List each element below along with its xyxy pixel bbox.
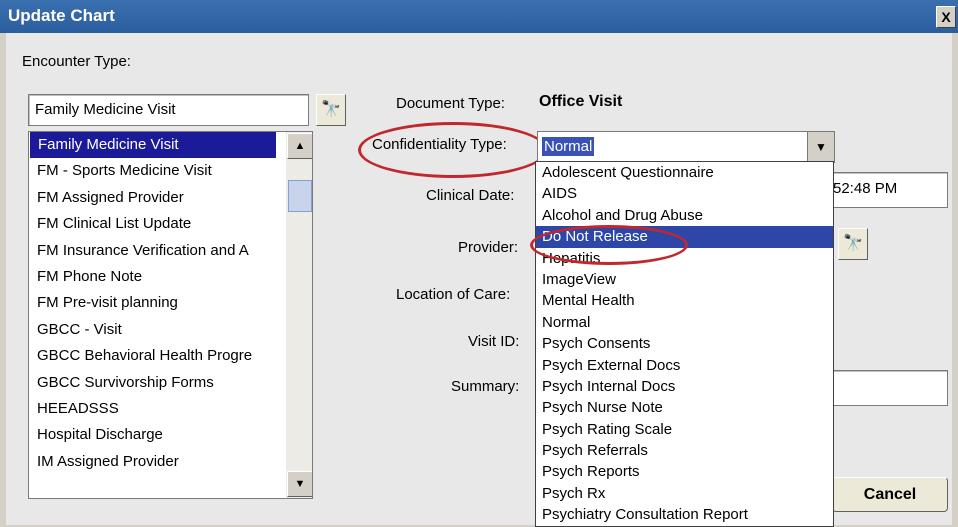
title-bar: Update Chart X: [0, 0, 958, 33]
close-button[interactable]: X: [936, 6, 956, 28]
clinical-date-label: Clinical Date:: [426, 187, 515, 204]
list-item[interactable]: Family Medicine Visit: [30, 132, 276, 159]
dropdown-option[interactable]: Psych Consents: [536, 333, 833, 354]
list-item[interactable]: Hospital Discharge: [29, 422, 277, 448]
list-item[interactable]: FM Insurance Verification and A: [29, 238, 277, 264]
dropdown-option[interactable]: Psych Referrals: [536, 440, 833, 461]
encounter-type-value: Family Medicine Visit: [35, 101, 176, 118]
clinical-date-value: 52:48 PM: [833, 180, 898, 197]
dropdown-option[interactable]: Psych Internal Docs: [536, 376, 833, 397]
dropdown-option[interactable]: Adolescent Questionnaire: [536, 162, 833, 183]
dropdown-option[interactable]: Mental Health: [536, 290, 833, 311]
dropdown-option[interactable]: Hepatitis: [536, 248, 833, 269]
binoculars-icon: 🔭: [843, 235, 863, 252]
encounter-type-list[interactable]: Family Medicine Visit FM - Sports Medicin…: [28, 131, 313, 499]
binoculars-icon: 🔭: [321, 101, 341, 118]
list-item[interactable]: FM Phone Note: [29, 264, 277, 290]
dropdown-option[interactable]: Psych External Docs: [536, 355, 833, 376]
scroll-down-arrow-icon[interactable]: ▼: [287, 471, 312, 497]
list-item[interactable]: FM Pre-visit planning: [29, 290, 277, 316]
dropdown-option[interactable]: Psychiatry Consultation Report: [536, 504, 833, 525]
encounter-type-label: Encounter Type:: [22, 53, 131, 70]
dropdown-arrow-icon[interactable]: ▼: [807, 132, 834, 162]
window-title: Update Chart: [8, 6, 115, 25]
dropdown-option[interactable]: Psych Rating Scale: [536, 419, 833, 440]
list-item[interactable]: GBCC - Visit: [29, 317, 277, 343]
dialog-body: Encounter Type: Family Medicine Visit 🔭 …: [6, 33, 952, 527]
location-of-care-label: Location of Care:: [396, 286, 511, 303]
list-item[interactable]: FM - Sports Medicine Visit: [29, 158, 277, 184]
document-type-label: Document Type:: [396, 95, 505, 112]
dropdown-option[interactable]: Psych Nurse Note: [536, 397, 833, 418]
dropdown-option[interactable]: ImageView: [536, 269, 833, 290]
dropdown-option[interactable]: Normal: [536, 312, 833, 333]
list-scrollbar[interactable]: ▲ ▼: [286, 132, 312, 498]
visit-id-label: Visit ID:: [468, 333, 520, 350]
confidentiality-type-label: Confidentiality Type:: [372, 136, 507, 153]
encounter-type-field[interactable]: Family Medicine Visit: [28, 94, 309, 126]
confidentiality-type-value: Normal: [542, 137, 595, 156]
list-item[interactable]: GBCC Survivorship Forms: [29, 370, 277, 396]
document-type-value: Office Visit: [539, 93, 623, 110]
dropdown-option[interactable]: AIDS: [536, 183, 833, 204]
list-item[interactable]: FM Assigned Provider: [29, 185, 277, 211]
provider-label: Provider:: [458, 239, 519, 256]
list-item[interactable]: IM Assigned Provider: [29, 449, 277, 475]
confidentiality-type-select[interactable]: Normal ▼: [537, 131, 835, 163]
dropdown-option[interactable]: Alcohol and Drug Abuse: [536, 205, 833, 226]
confidentiality-dropdown-list[interactable]: Adolescent Questionnaire AIDS Alcohol and …: [535, 161, 834, 527]
dropdown-option[interactable]: Psych Reports: [536, 461, 833, 482]
scroll-thumb[interactable]: [288, 180, 312, 212]
provider-lookup-button[interactable]: 🔭: [838, 228, 868, 260]
encounter-lookup-button[interactable]: 🔭: [316, 94, 346, 126]
list-item[interactable]: FM Clinical List Update: [29, 211, 277, 237]
scroll-up-arrow-icon[interactable]: ▲: [287, 133, 312, 159]
list-item[interactable]: GBCC Behavioral Health Progre: [29, 343, 277, 369]
dropdown-option[interactable]: Do Not Release: [536, 226, 833, 248]
dropdown-option[interactable]: Psych Rx: [536, 483, 833, 504]
cancel-button[interactable]: Cancel: [832, 477, 948, 512]
summary-label: Summary:: [451, 378, 520, 395]
list-item[interactable]: HEEADSSS: [29, 396, 277, 422]
